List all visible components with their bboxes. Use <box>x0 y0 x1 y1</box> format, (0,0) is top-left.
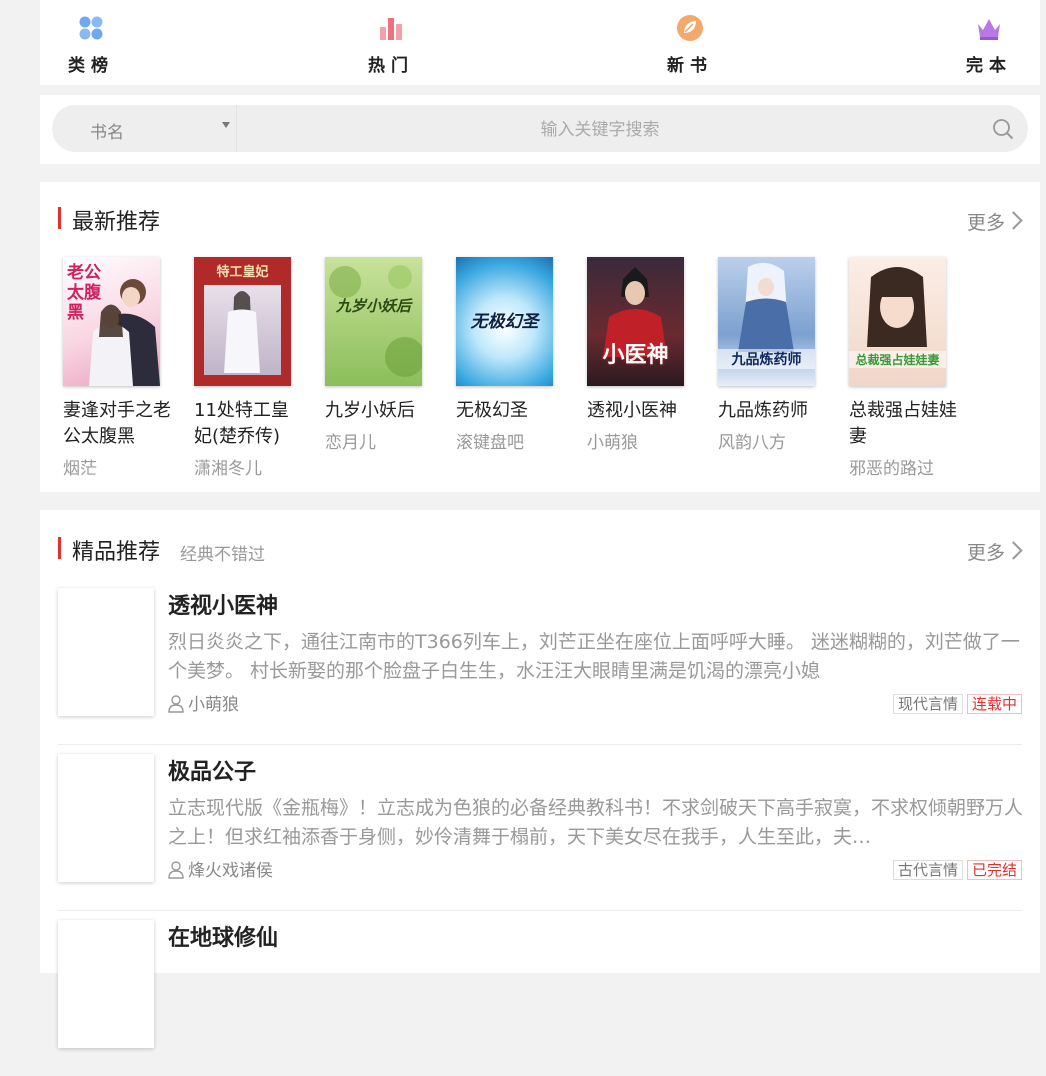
status-badge: 连载中 <box>966 694 1022 714</box>
list-item[interactable]: 透视小医神 烈日炎炎之下，通往江南市的T366列车上，刘芒正坐在座位上面呼呼大睡… <box>58 578 1022 745</box>
cover-title: 小医神 <box>602 342 669 368</box>
nav-item-hot[interactable]: 热门 <box>351 14 431 76</box>
chevron-right-icon <box>1004 541 1023 560</box>
chevron-right-icon <box>1004 211 1023 230</box>
item-description: 烈日炎炎之下，通往江南市的T366列车上，刘芒正坐在座位上面呼呼大睡。 迷迷糊糊… <box>168 631 1020 682</box>
cover-art-leaves <box>329 265 422 377</box>
nav-item-finished[interactable]: 完本 <box>949 14 1029 76</box>
item-description: 立志现代版《金瓶梅》！立志成为色狼的必备经典教科书！不求剑破天下高手寂寞，不求权… <box>168 797 1024 848</box>
search-bar: 书名 <box>52 105 1028 154</box>
quality-subtitle: 经典不错过 <box>180 545 265 565</box>
book-title[interactable]: 总裁强占娃娃妻 <box>849 398 961 450</box>
item-author[interactable]: 小萌狼 <box>188 695 239 715</box>
category-dots-icon <box>79 16 103 40</box>
book-author: 风韵八方 <box>718 433 786 453</box>
user-icon <box>168 861 184 879</box>
book-thumbnail[interactable] <box>58 588 154 716</box>
cover-art-couple <box>89 279 160 386</box>
nav-label-category: 类榜 <box>68 56 114 76</box>
book-title[interactable]: 妻逢对手之老公太腹黑 <box>63 398 175 450</box>
item-title[interactable]: 在地球修仙 <box>168 920 278 952</box>
bar-chart-icon <box>380 18 402 40</box>
cover-title: 九品炼药师 <box>718 349 815 369</box>
book-card[interactable]: 九岁小妖后 九岁小妖后 恋月儿 <box>325 257 440 453</box>
search-type-select[interactable]: 书名 <box>52 105 237 152</box>
latest-title: 最新推荐 <box>72 210 161 235</box>
item-title[interactable]: 极品公子 <box>168 754 256 786</box>
book-author: 恋月儿 <box>325 433 376 453</box>
book-cover[interactable]: 九品炼药师 <box>718 257 815 386</box>
search-panel: 书名 <box>40 95 1040 164</box>
quality-section: 精品推荐 经典不错过 更多 透视小医神 烈日炎炎之下，通往江南市的T366列车上… <box>40 510 1040 1048</box>
book-card[interactable]: 小医神 透视小医神 小萌狼 <box>587 257 702 453</box>
book-title[interactable]: 九品炼药师 <box>718 398 830 424</box>
book-author: 邪恶的路过 <box>849 459 934 479</box>
nav-label-new: 新书 <box>667 56 713 76</box>
nav-label-hot: 热门 <box>368 56 414 76</box>
latest-more-link[interactable]: 更多 <box>966 208 1023 235</box>
item-author-row: 小萌狼 <box>168 690 239 715</box>
status-badge: 已完结 <box>966 860 1022 880</box>
book-title[interactable]: 九岁小妖后 <box>325 398 437 424</box>
more-label: 更多 <box>966 542 1005 564</box>
cover-title: 总裁强占娃娃妻 <box>849 351 946 368</box>
list-item[interactable]: 极品公子 立志现代版《金瓶梅》！立志成为色狼的必备经典教科书！不求剑破天下高手寂… <box>58 744 1023 911</box>
leaf-circle-icon <box>677 15 703 41</box>
nav-label-finished: 完本 <box>966 56 1012 76</box>
nav-item-new[interactable]: 新书 <box>650 14 730 76</box>
list-item[interactable]: 在地球修仙 <box>58 910 1022 1076</box>
item-author-row: 烽火戏诸侯 <box>168 856 273 881</box>
section-marker <box>58 207 61 229</box>
section-marker <box>58 537 61 559</box>
item-tags: 现代言情 连载中 <box>889 694 1022 714</box>
book-cover[interactable]: 老公太腹黑 <box>63 257 160 386</box>
category-nav: 类榜 热门 新书 完本 <box>40 0 1040 85</box>
dropdown-arrow-icon <box>222 122 230 128</box>
nav-item-category[interactable]: 类榜 <box>51 14 131 76</box>
book-thumbnail[interactable] <box>58 754 154 882</box>
book-card[interactable]: 九品炼药师 九品炼药师 风韵八方 <box>718 257 833 453</box>
search-icon[interactable] <box>992 118 1014 140</box>
book-author: 小萌狼 <box>587 433 638 453</box>
item-tags: 古代言情 已完结 <box>889 860 1022 880</box>
book-cover[interactable]: 小医神 <box>587 257 684 386</box>
book-author: 滚键盘吧 <box>456 433 524 453</box>
book-cover[interactable]: 特工皇妃 <box>194 257 291 386</box>
book-title[interactable]: 无极幻圣 <box>456 398 568 424</box>
book-title[interactable]: 透视小医神 <box>587 398 699 424</box>
quality-more-link[interactable]: 更多 <box>966 538 1023 565</box>
latest-section: 最新推荐 更多 老公太腹黑 妻逢对手之老公太腹黑 烟茫 特工皇妃 11处特工皇妃… <box>40 182 1040 492</box>
book-card[interactable]: 特工皇妃 11处特工皇妃(楚乔传) 潇湘冬儿 <box>194 257 309 479</box>
cover-title: 特工皇妃 <box>216 265 269 280</box>
cover-title: 无极幻圣 <box>470 312 539 332</box>
search-type-label: 书名 <box>90 123 124 143</box>
book-card[interactable]: 总裁强占娃娃妻 总裁强占娃娃妻 邪恶的路过 <box>849 257 964 479</box>
cover-title: 九岁小妖后 <box>335 297 411 315</box>
book-cover[interactable]: 无极幻圣 <box>456 257 553 386</box>
book-title[interactable]: 11处特工皇妃(楚乔传) <box>194 398 306 450</box>
book-author: 潇湘冬儿 <box>194 459 262 479</box>
book-cover[interactable]: 总裁强占娃娃妻 <box>849 257 946 386</box>
quality-title: 精品推荐 <box>72 540 161 565</box>
genre-tag[interactable]: 现代言情 <box>892 694 963 714</box>
search-input[interactable] <box>238 105 962 154</box>
item-author[interactable]: 烽火戏诸侯 <box>188 861 273 881</box>
user-icon <box>168 695 184 713</box>
crown-icon <box>978 19 1000 40</box>
book-card[interactable]: 老公太腹黑 妻逢对手之老公太腹黑 烟茫 <box>63 257 178 479</box>
book-author: 烟茫 <box>63 459 97 479</box>
book-card[interactable]: 无极幻圣 无极幻圣 滚键盘吧 <box>456 257 571 453</box>
item-title[interactable]: 透视小医神 <box>168 588 278 620</box>
book-thumbnail[interactable] <box>58 920 154 1048</box>
book-cover[interactable]: 九岁小妖后 <box>325 257 422 386</box>
genre-tag[interactable]: 古代言情 <box>892 860 963 880</box>
more-label: 更多 <box>966 212 1005 234</box>
